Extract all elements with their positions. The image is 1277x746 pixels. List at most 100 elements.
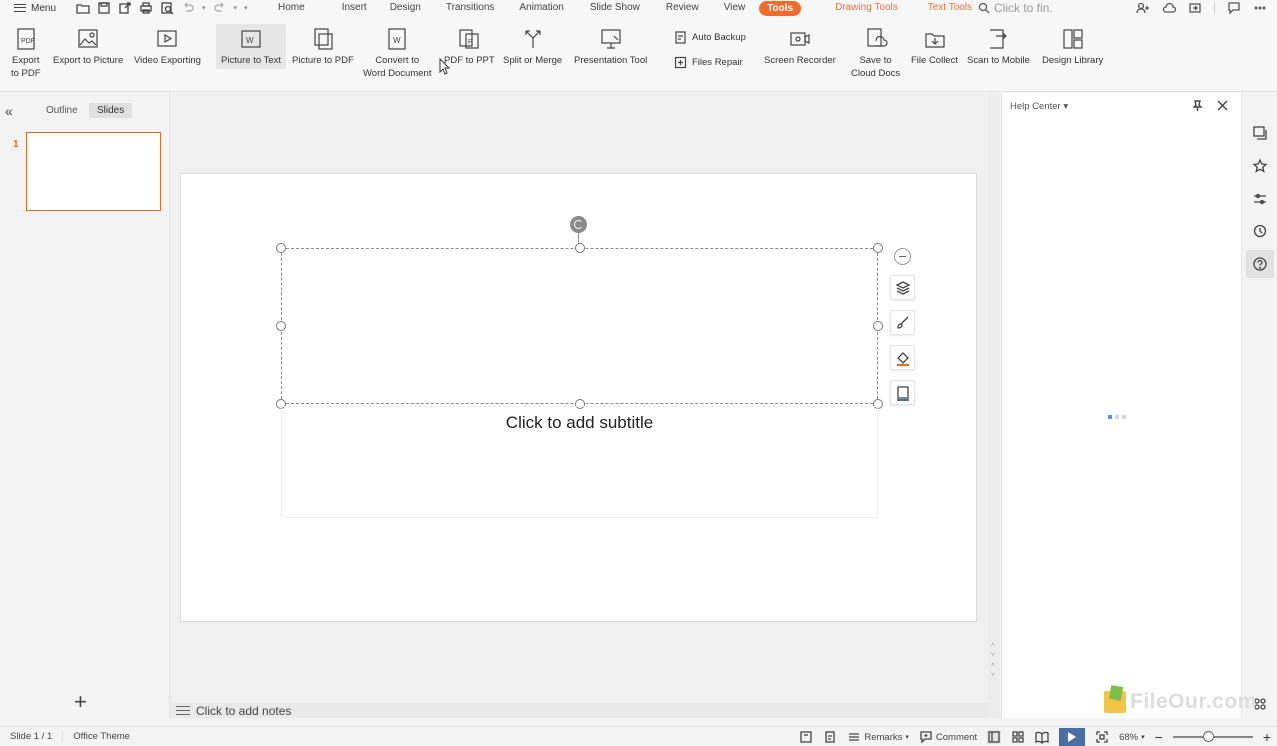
notes-toggle-icon[interactable] [823, 730, 837, 744]
export-to-pdf-button[interactable]: PDF Export to PDF [11, 26, 41, 80]
convert-to-word-button[interactable]: W Convert to Word Document [363, 26, 431, 80]
subtitle-placeholder[interactable]: Click to add subtitle [281, 406, 878, 518]
vertical-scrollbar[interactable]: ˄ ˅ ˄ ˅ [988, 93, 1000, 718]
share-icon[interactable] [1136, 1, 1150, 15]
cloud-sync-icon[interactable] [1162, 1, 1176, 15]
pdf-to-ppt-button[interactable]: P PDF to PPT [444, 26, 495, 67]
layers-button[interactable] [890, 275, 915, 300]
open-folder-icon[interactable] [76, 1, 90, 15]
split-or-merge-button[interactable]: Split or Merge [503, 26, 562, 67]
tab-outline[interactable]: Outline [38, 103, 86, 118]
more-options-icon[interactable] [1253, 1, 1267, 15]
tab-slide-show[interactable]: Slide Show [590, 0, 640, 16]
file-collect-button[interactable]: File Collect [911, 26, 958, 67]
pin-icon[interactable] [1191, 99, 1204, 112]
resize-handle-right[interactable] [873, 321, 883, 331]
normal-view-icon[interactable] [987, 730, 1002, 744]
pdf-to-ppt-icon: P [459, 29, 479, 49]
tab-animation[interactable]: Animation [519, 0, 563, 16]
slide-thumbnail[interactable] [26, 132, 161, 211]
zoom-slider[interactable] [1172, 731, 1253, 742]
slide-switch-button[interactable] [1246, 119, 1274, 147]
comment-button[interactable]: Comment [919, 730, 977, 744]
slide-sorter-view-icon[interactable] [1011, 730, 1025, 744]
scroll-arrows[interactable]: ˄ ˅ ˄ ˅ [991, 641, 997, 681]
save-icon[interactable] [97, 1, 111, 15]
screen-recorder-button[interactable]: Screen Recorder [764, 26, 836, 67]
command-search[interactable]: Click to fin. [978, 0, 1053, 16]
picture-to-text-icon: W [241, 30, 261, 48]
close-icon[interactable] [1216, 99, 1229, 112]
resize-handle-top[interactable] [575, 243, 585, 253]
files-repair-button[interactable]: Files Repair [674, 56, 743, 69]
collapse-toolbar-icon[interactable] [894, 248, 911, 265]
slide-sorter-toggle-icon[interactable] [799, 730, 813, 744]
auto-backup-button[interactable]: Auto Backup [674, 31, 746, 44]
reading-view-icon[interactable] [1035, 730, 1049, 744]
zoom-out-button[interactable]: − [1155, 730, 1163, 744]
customize-toolbar-icon[interactable]: ▾ [244, 4, 248, 12]
tab-slides[interactable]: Slides [89, 103, 133, 118]
help-center-title[interactable]: Help Center ▾ [1010, 101, 1068, 112]
animation-button[interactable] [1246, 152, 1274, 180]
fill-color-button[interactable] [890, 345, 915, 370]
picture-to-pdf-label: Picture to PDF [292, 55, 354, 66]
resize-handle-top-right[interactable] [873, 243, 883, 253]
outline-button[interactable] [890, 380, 915, 405]
redo-icon[interactable] [213, 1, 227, 15]
convert-word-label-2: Word Document [363, 68, 432, 79]
print-preview-icon[interactable] [160, 1, 174, 15]
slide-number: 1 [13, 139, 19, 150]
tab-transitions[interactable]: Transitions [446, 0, 495, 16]
tab-view[interactable]: View [724, 0, 746, 16]
zoom-slider-knob[interactable] [1202, 731, 1214, 742]
title-placeholder[interactable] [276, 243, 883, 409]
undo-icon[interactable] [181, 1, 195, 15]
help-button[interactable] [1246, 250, 1274, 278]
tab-design[interactable]: Design [390, 0, 421, 16]
remarks-button[interactable]: Remarks ▾ [847, 730, 909, 744]
redo-dropdown-icon[interactable]: ▾ [234, 4, 238, 12]
tab-review[interactable]: Review [666, 0, 699, 16]
play-slideshow-button[interactable] [1059, 728, 1086, 746]
tab-tools[interactable]: Tools [759, 0, 802, 16]
picture-to-text-button[interactable]: W Picture to Text [216, 24, 287, 69]
video-exporting-button[interactable]: Video Exporting [134, 26, 201, 67]
collapse-panel-icon[interactable]: « [5, 103, 13, 119]
tab-text-tools[interactable]: Text Tools [928, 0, 972, 16]
fit-to-window-icon[interactable] [1095, 730, 1109, 744]
presentation-tool-button[interactable]: Presentation Tool [574, 26, 647, 67]
design-library-button[interactable]: Design Library [1042, 26, 1103, 67]
file-sync-icon[interactable] [1188, 1, 1202, 15]
scan-to-mobile-button[interactable]: Scan to Mobile [967, 26, 1030, 67]
zoom-in-button[interactable]: + [1263, 730, 1271, 744]
convert-word-label-1: Convert to [375, 55, 420, 66]
save-to-cloud-docs-button[interactable]: Save to Cloud Docs [851, 26, 900, 80]
quick-access-toolbar: ▾ ▾ ▾ [66, 1, 248, 15]
print-icon[interactable] [139, 1, 153, 15]
undo-dropdown-icon[interactable]: ▾ [202, 4, 206, 12]
export-icon[interactable] [118, 1, 132, 15]
add-slide-button[interactable]: + [74, 691, 87, 713]
watermark-box-icon [1104, 691, 1126, 713]
picture-to-pdf-button[interactable]: Picture to PDF [292, 26, 354, 67]
tab-insert[interactable]: Insert [342, 0, 367, 16]
resize-handle-top-left[interactable] [276, 243, 286, 253]
tab-home[interactable]: Home [278, 0, 305, 16]
theme-name[interactable]: Office Theme [63, 731, 140, 742]
format-brush-button[interactable] [890, 310, 915, 335]
notes-placeholder: Click to add notes [196, 703, 292, 718]
resize-handle-left[interactable] [276, 321, 286, 331]
zoom-level-dropdown[interactable]: 68% ▾ [1119, 732, 1145, 743]
notes-pane[interactable]: Click to add notes [170, 703, 988, 718]
slides-icon [1253, 126, 1267, 140]
export-to-picture-button[interactable]: Export to Picture [53, 26, 123, 67]
picture-to-text-label: Picture to Text [221, 55, 282, 66]
main-menu-button[interactable]: Menu [0, 0, 66, 16]
properties-button[interactable] [1246, 185, 1274, 213]
slide-canvas[interactable]: Click to add subtitle [180, 173, 977, 622]
history-button[interactable] [1246, 217, 1274, 245]
rotate-handle-icon[interactable] [570, 216, 587, 233]
tab-drawing-tools[interactable]: Drawing Tools [835, 0, 898, 16]
feedback-icon[interactable] [1227, 1, 1241, 15]
